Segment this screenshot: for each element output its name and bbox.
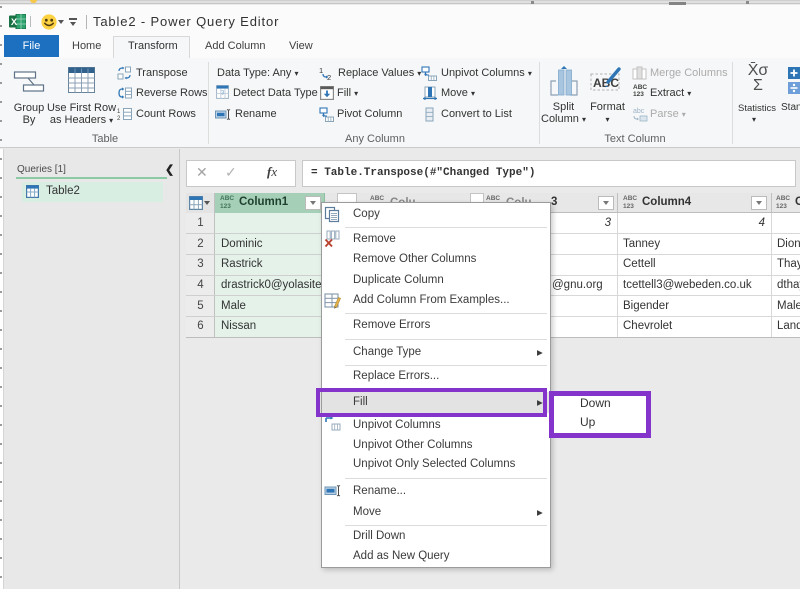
svg-text:2: 2 [117,116,121,121]
svg-text:1: 1 [319,66,323,75]
svg-text:ABC: ABC [593,76,619,90]
svg-text:1: 1 [117,109,121,115]
svg-text:X: X [11,17,18,28]
svg-text:abc: abc [633,108,645,115]
